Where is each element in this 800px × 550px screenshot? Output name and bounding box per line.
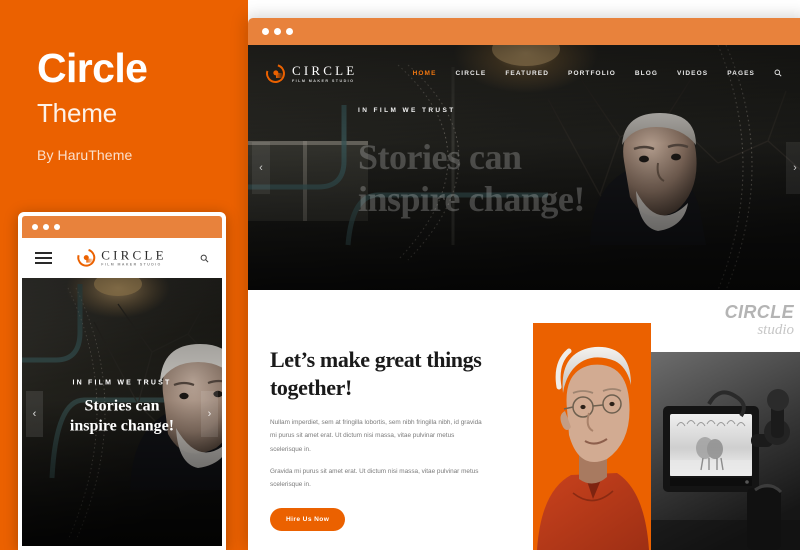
primary-nav: HOME CIRCLE FEATURED PORTFOLIO BLOG VIDE…: [413, 69, 782, 77]
studio-wordmark-main: CIRCLE: [724, 302, 794, 322]
desktop-browser-mockup: CIRCLE FILM MAKER STUDIO HOME CIRCLE FEA…: [248, 18, 800, 550]
circle-comet-icon: [262, 60, 289, 86]
mobile-logo-word: CIRCLE: [101, 247, 167, 263]
nav-item-featured[interactable]: FEATURED: [505, 70, 549, 77]
logo-tagline: FILM MAKER STUDIO: [292, 77, 355, 83]
portrait-photo: [533, 323, 651, 550]
studio-wordmark-sub: studio: [757, 322, 794, 338]
nav-item-circle[interactable]: CIRCLE: [456, 70, 487, 77]
hero-prev-arrow[interactable]: ‹: [252, 141, 270, 194]
hero-next-arrow[interactable]: ›: [786, 141, 800, 194]
circle-comet-icon: [74, 245, 99, 271]
hero-headline-line2: inspire change!: [358, 179, 585, 220]
studio-wordmark: CIRCLE studio: [725, 303, 794, 338]
logo-word: CIRCLE: [292, 62, 358, 78]
mobile-site-logo[interactable]: CIRCLE FILM MAKER STUDIO: [74, 245, 166, 271]
tablet-browser-mockup: CIRCLE FILM MAKER STUDIO IN FILM WE TRUS…: [18, 212, 226, 550]
hero-headline: Stories can inspire change!: [358, 136, 585, 221]
promo-byline: By HaruTheme: [37, 146, 133, 163]
hero-headline-line1: Stories can: [358, 137, 522, 177]
window-dots-icon[interactable]: [262, 28, 293, 35]
mobile-hero-slider: IN FILM WE TRUST Stories can inspire cha…: [22, 278, 222, 546]
desktop-navbar: CIRCLE FILM MAKER STUDIO HOME CIRCLE FEA…: [248, 45, 800, 101]
hero-eyebrow: IN FILM WE TRUST: [358, 107, 456, 114]
nav-item-blog[interactable]: BLOG: [635, 70, 658, 77]
about-gallery: CIRCLE studio: [248, 290, 800, 550]
mobile-hero-eyebrow: IN FILM WE TRUST: [72, 379, 172, 387]
mobile-hero-headline-line2: inspire change!: [69, 418, 175, 436]
mobile-header: CIRCLE FILM MAKER STUDIO: [22, 238, 222, 278]
nav-item-pages[interactable]: PAGES: [727, 70, 755, 77]
logo-wordmark: CIRCLE FILM MAKER STUDIO: [292, 64, 358, 83]
mobile-hero-headline-line1: Stories can: [84, 397, 160, 415]
promo-subtitle: Theme: [37, 98, 117, 129]
mobile-hero-prev-arrow[interactable]: ‹: [26, 391, 43, 437]
desktop-browser-chrome: [248, 18, 800, 45]
desktop-hero-slider: CIRCLE FILM MAKER STUDIO HOME CIRCLE FEA…: [248, 45, 800, 290]
promo-title: Circle: [37, 45, 148, 91]
mobile-hero-copy: IN FILM WE TRUST Stories can inspire cha…: [22, 379, 222, 438]
search-icon[interactable]: [200, 254, 209, 263]
nav-item-portfolio[interactable]: PORTFOLIO: [568, 70, 616, 77]
mobile-logo-wordmark: CIRCLE FILM MAKER STUDIO: [101, 249, 166, 268]
camera-monitor-photo: [651, 352, 800, 550]
mobile-browser-chrome: [22, 216, 222, 238]
site-logo[interactable]: CIRCLE FILM MAKER STUDIO: [262, 60, 358, 86]
search-icon[interactable]: [774, 69, 782, 77]
about-section: Let’s make great things together! Nullam…: [248, 290, 800, 550]
hero-copy: IN FILM WE TRUST Stories can inspire cha…: [358, 107, 585, 221]
mobile-hero-headline: Stories can inspire change!: [48, 396, 196, 438]
nav-item-videos[interactable]: VIDEOS: [677, 70, 708, 77]
mobile-hero-next-arrow[interactable]: ›: [201, 391, 218, 437]
screenshot-root: Circle Theme By HaruTheme CIRCLE FILM MA…: [0, 0, 800, 550]
mobile-logo-tagline: FILM MAKER STUDIO: [101, 262, 162, 267]
hamburger-menu-icon[interactable]: [35, 252, 52, 264]
promo-text-block: Circle Theme By HaruTheme: [37, 45, 237, 163]
window-dots-icon[interactable]: [32, 224, 60, 230]
nav-item-home[interactable]: HOME: [413, 70, 437, 77]
